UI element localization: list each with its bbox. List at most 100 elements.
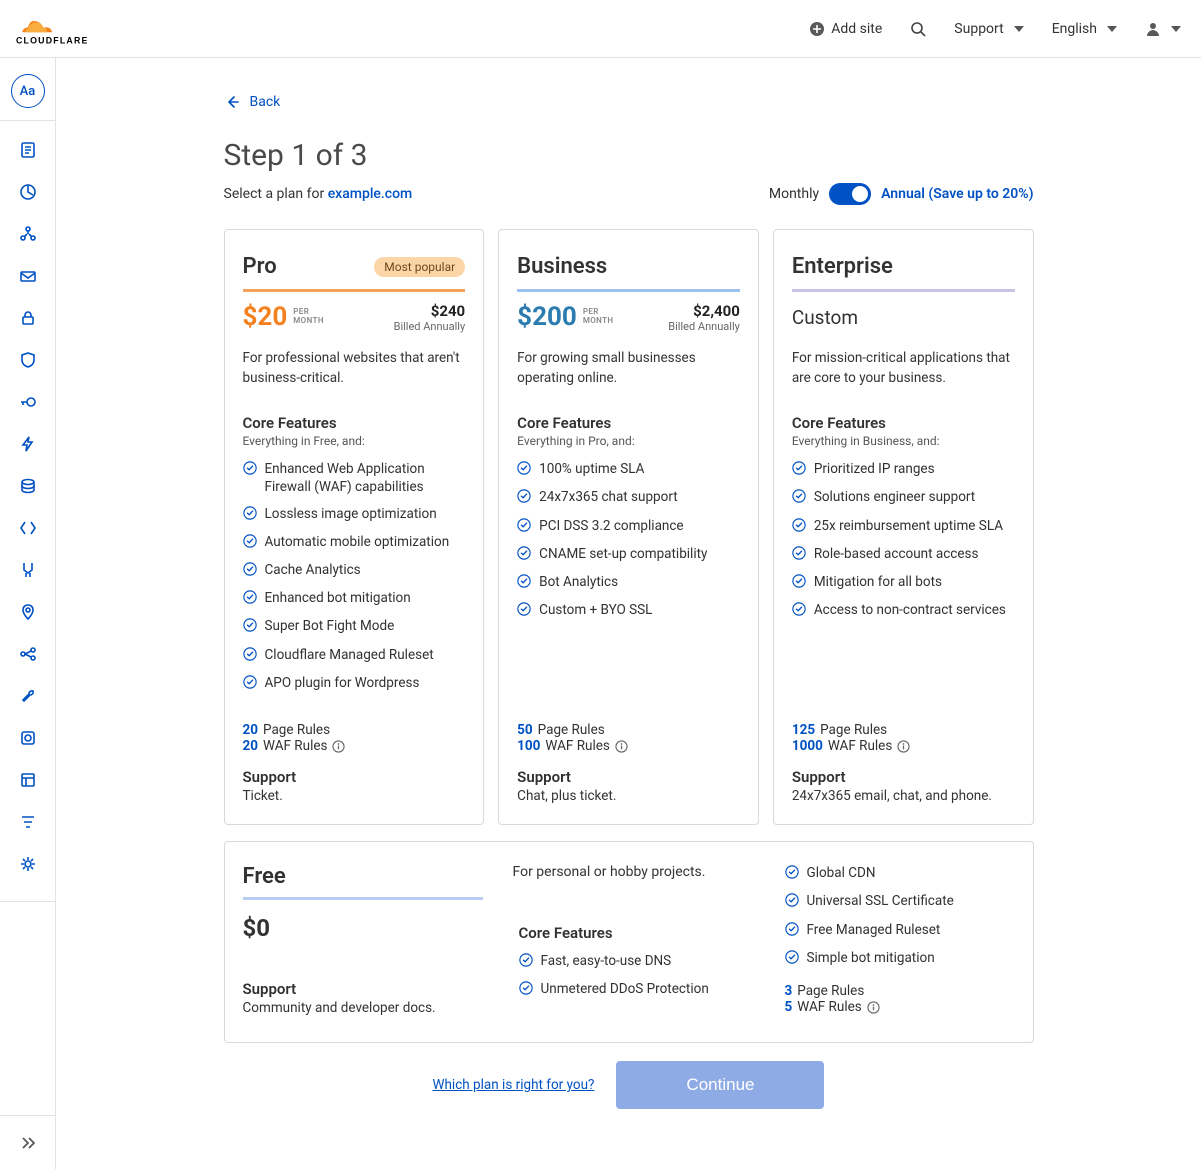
plan-name: Pro: [243, 254, 277, 279]
svg-text:CLOUDFLARE: CLOUDFLARE: [16, 35, 89, 45]
check-icon: [517, 574, 531, 593]
billing-switch[interactable]: [829, 183, 871, 205]
nav-pages-icon[interactable]: [19, 771, 37, 793]
page-rules: 125 Page Rules: [792, 722, 1015, 738]
nav-stream-icon[interactable]: [19, 729, 37, 751]
feature-item: Enhanced Web Application Firewall (WAF) …: [243, 460, 466, 496]
nav-traffic-icon[interactable]: [19, 645, 37, 667]
nav-network-icon[interactable]: [19, 225, 37, 247]
account-avatar[interactable]: Aa: [11, 74, 45, 108]
support-heading: Support: [792, 768, 1015, 786]
core-features-sub: Everything in Free, and:: [243, 434, 466, 448]
waf-rules: 100 WAF Rules: [517, 738, 740, 754]
plan-card-business[interactable]: Business $200 PERMONTH $2,400 Billed Ann…: [498, 229, 759, 825]
add-site-link[interactable]: Add site: [809, 21, 882, 37]
plan-card-pro[interactable]: Pro Most popular $20 PERMONTH $240 Bille…: [224, 229, 485, 825]
nav-access-icon[interactable]: [19, 393, 37, 415]
nav-rules-icon[interactable]: [19, 561, 37, 583]
check-icon: [792, 461, 806, 480]
search-button[interactable]: [910, 21, 926, 37]
support-dropdown[interactable]: Support: [954, 21, 1023, 37]
feature-item: Cloudflare Managed Ruleset: [243, 646, 466, 666]
support-text: Community and developer docs.: [243, 1000, 483, 1016]
info-icon[interactable]: [897, 738, 910, 754]
subtitle: Select a plan for example.com: [224, 186, 413, 202]
plan-divider: [792, 289, 1015, 292]
user-icon: [1145, 21, 1161, 37]
nav-tools-icon[interactable]: [19, 687, 37, 709]
support-heading: Support: [243, 980, 483, 998]
check-icon: [792, 574, 806, 593]
language-dropdown[interactable]: English: [1052, 21, 1117, 37]
which-plan-link[interactable]: Which plan is right for you?: [433, 1077, 595, 1093]
nav-analytics-icon[interactable]: [19, 183, 37, 205]
account-dropdown[interactable]: [1145, 21, 1181, 37]
chevron-down-icon: [1014, 26, 1024, 32]
feature-item: Automatic mobile optimization: [243, 533, 466, 553]
plan-divider: [243, 289, 466, 292]
plan-price: $200: [517, 302, 577, 332]
feature-item: Prioritized IP ranges: [792, 460, 1015, 480]
core-features-sub: Everything in Pro, and:: [517, 434, 740, 448]
nav-apps-icon[interactable]: [19, 855, 37, 877]
support-text: 24x7x365 email, chat, and phone.: [792, 788, 1015, 804]
check-icon: [243, 647, 257, 666]
core-features-heading: Core Features: [517, 414, 740, 432]
waf-rules: 1000 WAF Rules: [792, 738, 1015, 754]
plan-price: $0: [243, 914, 483, 942]
step-title: Step 1 of 3: [224, 138, 1034, 173]
nav-caching-icon[interactable]: [19, 477, 37, 499]
waf-rules: 20 WAF Rules: [243, 738, 466, 754]
core-features-sub: Everything in Business, and:: [792, 434, 1015, 448]
back-link[interactable]: Back: [224, 94, 281, 110]
plan-divider: [243, 897, 483, 900]
nav-speed-icon[interactable]: [19, 435, 37, 457]
nav-shield-icon[interactable]: [19, 351, 37, 373]
feature-item: Access to non-contract services: [792, 601, 1015, 621]
info-icon[interactable]: [615, 738, 628, 754]
feature-list: Prioritized IP rangesSolutions engineer …: [792, 460, 1015, 621]
plan-card-enterprise[interactable]: Enterprise Custom For mission-critical a…: [773, 229, 1034, 825]
annual-label: Annual (Save up to 20%): [881, 186, 1033, 202]
nav-overview-icon[interactable]: [19, 141, 37, 163]
support-label: Support: [954, 21, 1003, 37]
feature-item: Enhanced bot mitigation: [243, 589, 466, 609]
cloudflare-logo[interactable]: CLOUDFLARE: [16, 13, 128, 45]
plan-desc: For personal or hobby projects.: [513, 864, 755, 880]
info-icon[interactable]: [867, 999, 880, 1015]
arrow-left-icon: [224, 94, 240, 110]
domain-name: example.com: [328, 186, 413, 202]
price-unit: PERMONTH: [293, 308, 324, 326]
nav-lock-icon[interactable]: [19, 309, 37, 331]
continue-button[interactable]: Continue: [616, 1061, 824, 1109]
info-icon[interactable]: [332, 738, 345, 754]
feature-item: Super Bot Fight Mode: [243, 617, 466, 637]
nav-location-icon[interactable]: [19, 603, 37, 625]
check-icon: [517, 602, 531, 621]
feature-item: Mitigation for all bots: [792, 573, 1015, 593]
page-rules: 20 Page Rules: [243, 722, 466, 738]
nav-workers-icon[interactable]: [19, 519, 37, 541]
sidebar-expand-button[interactable]: [0, 1115, 55, 1169]
chevron-down-icon: [1171, 26, 1181, 32]
plan-card-free[interactable]: Free $0 Support Community and developer …: [224, 841, 1034, 1043]
check-icon: [517, 461, 531, 480]
nav-filters-icon[interactable]: [19, 813, 37, 835]
plan-desc: For professional websites that aren't bu…: [243, 349, 466, 388]
nav-email-icon[interactable]: [19, 267, 37, 289]
feature-item: CNAME set-up compatibility: [517, 545, 740, 565]
plan-desc: For mission-critical applications that a…: [792, 349, 1015, 388]
feature-item: Role-based account access: [792, 545, 1015, 565]
sidebar: Aa: [0, 58, 56, 1169]
feature-item: Simple bot mitigation: [785, 949, 1015, 969]
feature-list: Fast, easy-to-use DNSUnmetered DDoS Prot…: [519, 952, 755, 1000]
plan-price: $20: [243, 302, 288, 332]
language-label: English: [1052, 21, 1097, 37]
annual-amount: $2,400: [668, 302, 740, 320]
add-site-label: Add site: [831, 21, 882, 37]
support-heading: Support: [243, 768, 466, 786]
check-icon: [243, 675, 257, 694]
feature-item: Lossless image optimization: [243, 505, 466, 525]
core-features-heading: Core Features: [792, 414, 1015, 432]
feature-item: Bot Analytics: [517, 573, 740, 593]
